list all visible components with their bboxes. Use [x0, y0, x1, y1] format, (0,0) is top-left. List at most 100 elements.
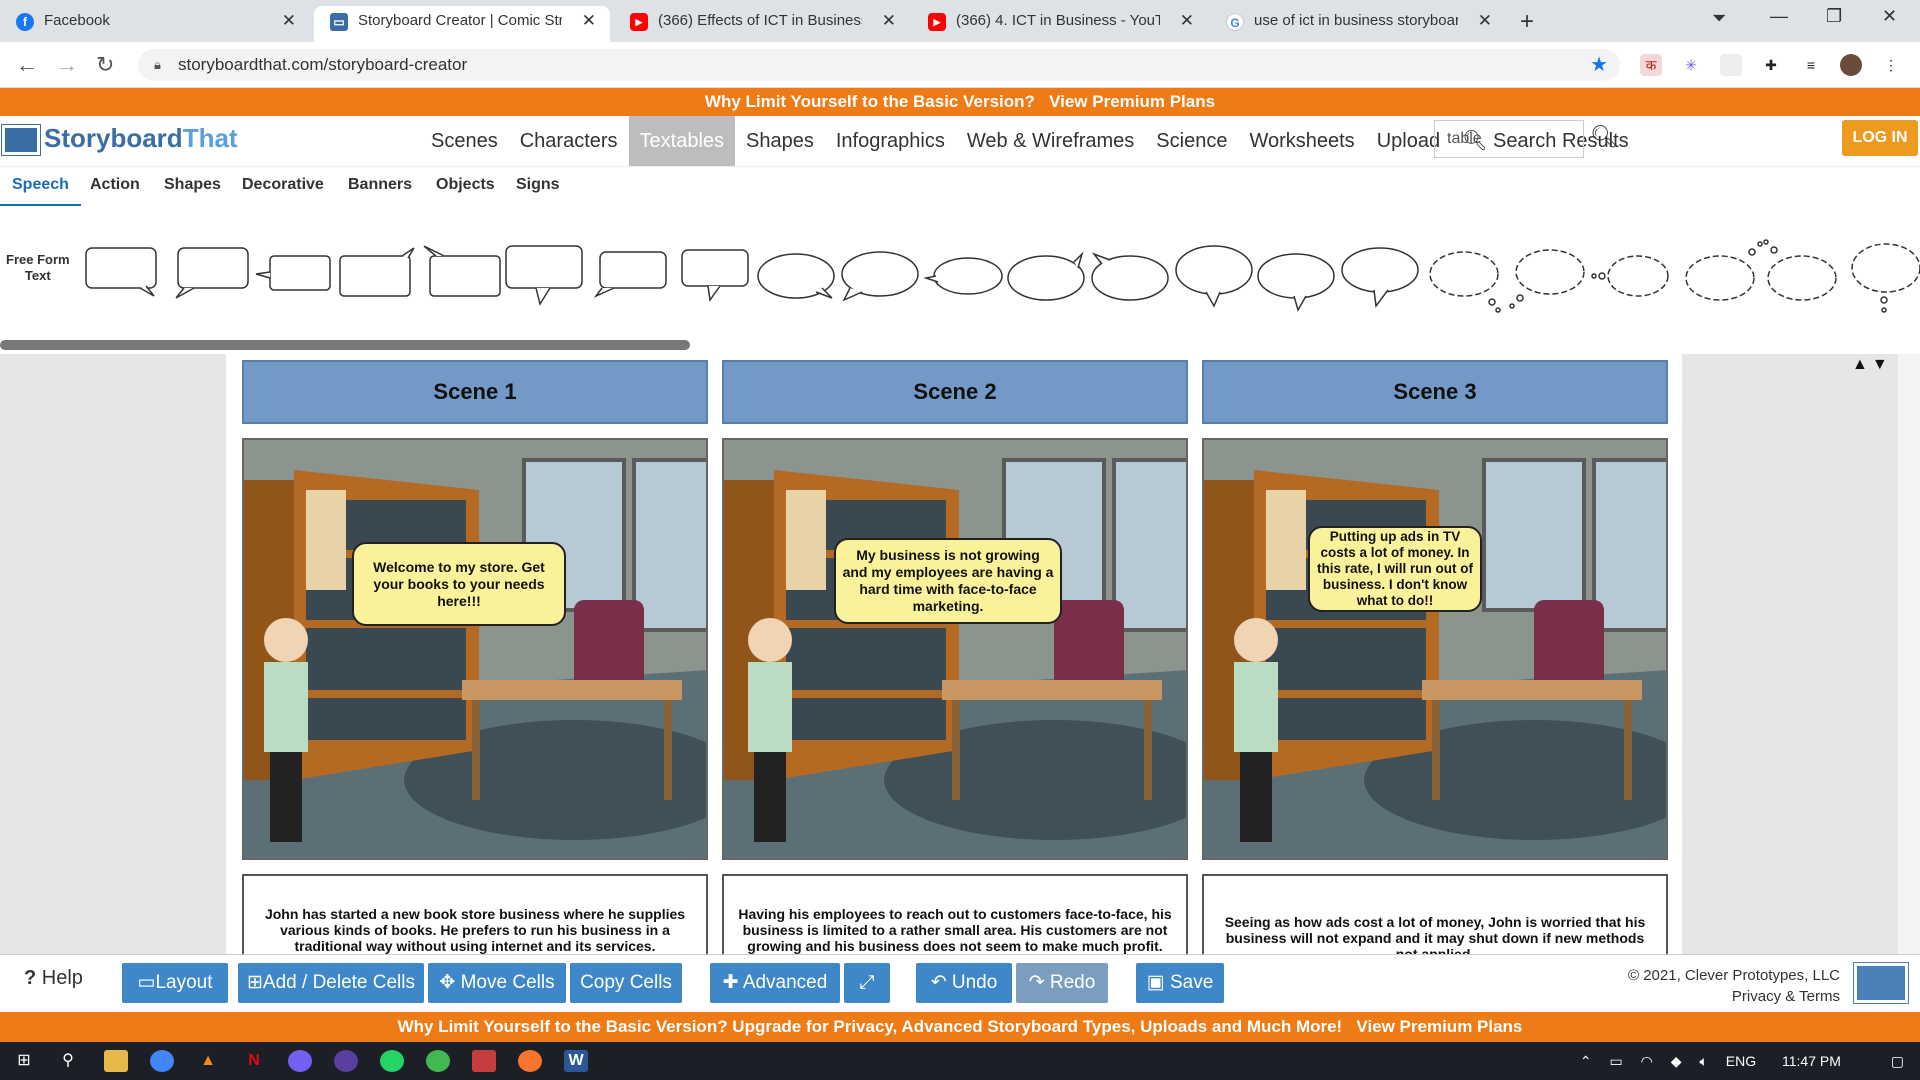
restore-icon[interactable]: ❐ — [1826, 6, 1842, 27]
tray-arrow-icon[interactable]: ⌃ — [1580, 1053, 1592, 1069]
help-button[interactable]: ? Help — [24, 967, 83, 990]
minimize-icon[interactable]: — — [1770, 6, 1788, 27]
tab-youtube-ict[interactable]: ▶ (366) 4. ICT in Business - YouTube ✕ — [912, 6, 1208, 42]
back-icon[interactable]: ← — [16, 52, 38, 78]
file-explorer-icon[interactable] — [104, 1050, 128, 1072]
scene-1-title[interactable]: Scene 1 — [242, 360, 708, 424]
app-tile-icon[interactable] — [472, 1050, 496, 1072]
add-delete-cells-button[interactable]: ⊞Add / Delete Cells — [238, 963, 424, 1003]
fullscreen-button[interactable]: ⤢ — [844, 963, 890, 1003]
wifi-icon[interactable]: ◠ — [1641, 1053, 1653, 1069]
subnav-speech[interactable]: Speech — [0, 167, 81, 207]
advanced-button[interactable]: ✚ Advanced — [710, 963, 840, 1003]
tab-storyboard-creator[interactable]: ▭ Storyboard Creator | Comic Strip ✕ — [314, 6, 610, 42]
premium-promo-banner-bottom[interactable]: Why Limit Yourself to the Basic Version?… — [0, 1012, 1920, 1042]
dropbox-icon[interactable]: ◆ — [1671, 1053, 1682, 1069]
scroll-up-icon[interactable]: ▲ — [1852, 356, 1872, 373]
move-cells-button[interactable]: ✥ Move Cells — [428, 963, 566, 1003]
category-science[interactable]: Science — [1145, 116, 1238, 166]
bookmark-star-icon[interactable]: ★ — [1590, 49, 1608, 81]
subnav-shapes[interactable]: Shapes — [152, 167, 233, 207]
close-tab-icon[interactable]: ✕ — [282, 6, 296, 36]
app-icon[interactable] — [334, 1050, 358, 1072]
battery-icon[interactable]: ▭ — [1610, 1053, 1623, 1069]
category-infographics[interactable]: Infographics — [825, 116, 956, 166]
browser-menu-icon[interactable]: ⋮ — [1880, 54, 1902, 76]
scene-2-description[interactable]: Having his employees to reach out to cus… — [722, 874, 1188, 964]
tab-search-icon[interactable]: ⏷ — [1712, 8, 1726, 29]
reload-icon[interactable]: ↻ — [96, 52, 114, 78]
close-tab-icon[interactable]: ✕ — [582, 6, 596, 36]
redo-button[interactable]: ↷ Redo — [1016, 963, 1108, 1003]
tab-facebook[interactable]: f Facebook ✕ — [0, 6, 310, 42]
android-app-icon[interactable] — [426, 1050, 450, 1072]
search-icon[interactable]: 🔍︎ — [1590, 124, 1618, 150]
media-control-icon[interactable]: ≡ — [1800, 54, 1822, 76]
subnav-decorative[interactable]: Decorative — [230, 167, 336, 207]
extension-star-icon[interactable]: ✳ — [1680, 54, 1702, 76]
category-characters[interactable]: Characters — [509, 116, 629, 166]
scene-3-description[interactable]: Seeing as how ads cost a lot of money, J… — [1202, 874, 1668, 964]
scene-1-description[interactable]: John has started a new book store busine… — [242, 874, 708, 964]
subnav-action[interactable]: Action — [78, 167, 152, 207]
volume-icon[interactable]: 🔈︎ — [1699, 1053, 1707, 1069]
url-field[interactable]: 🔒︎ storyboardthat.com/storyboard-creator… — [138, 49, 1620, 81]
search-taskbar-icon[interactable]: ⚲ — [56, 1050, 80, 1072]
netflix-icon[interactable]: N — [242, 1050, 266, 1072]
scene-2-title[interactable]: Scene 2 — [722, 360, 1188, 424]
category-textables[interactable]: Textables — [628, 116, 736, 166]
privacy-terms-link[interactable]: Privacy & Terms — [1732, 988, 1840, 1005]
scene-3-title[interactable]: Scene 3 — [1202, 360, 1668, 424]
undo-button[interactable]: ↶ Undo — [916, 963, 1012, 1003]
subnav-objects[interactable]: Objects — [424, 167, 507, 207]
copy-cells-button[interactable]: Copy Cells — [570, 963, 682, 1003]
window-close-icon[interactable]: ✕ — [1882, 6, 1897, 27]
scene-1-panel[interactable]: Welcome to my store. Get your books to y… — [242, 438, 708, 860]
notifications-icon[interactable]: ▢ — [1891, 1053, 1904, 1069]
free-form-text-item[interactable]: Free Form Text — [6, 252, 70, 284]
scroll-down-icon[interactable]: ▼ — [1872, 356, 1892, 373]
view-premium-link[interactable]: View Premium Plans — [1356, 1017, 1522, 1036]
login-button[interactable]: LOG IN — [1842, 120, 1918, 156]
bubble-shape-list[interactable] — [80, 226, 1920, 326]
close-tab-icon[interactable]: ✕ — [1180, 6, 1194, 36]
view-premium-link[interactable]: View Premium Plans — [1049, 92, 1215, 111]
profile-avatar[interactable] — [1840, 54, 1862, 76]
scene-3-panel[interactable]: Putting up ads in TV costs a lot of mone… — [1202, 438, 1668, 860]
scroll-arrows[interactable]: ▲▼ — [1852, 356, 1892, 374]
tab-youtube-effects[interactable]: ▶ (366) Effects of ICT in Business - Y ✕ — [614, 6, 910, 42]
canvas-side-scroll[interactable] — [1898, 354, 1920, 954]
layout-button[interactable]: ▭Layout — [122, 963, 228, 1003]
category-worksheets[interactable]: Worksheets — [1238, 116, 1365, 166]
forward-icon[interactable]: → — [56, 52, 78, 78]
tray-scrollbar[interactable] — [0, 340, 690, 350]
speech-bubble[interactable]: Welcome to my store. Get your books to y… — [352, 542, 566, 626]
vlc-icon[interactable]: ▲ — [196, 1050, 220, 1072]
subnav-banners[interactable]: Banners — [336, 167, 424, 207]
storyboardthat-logo[interactable]: StoryboardThat — [1, 123, 238, 157]
extension-blank-icon[interactable] — [1720, 54, 1742, 76]
chrome-icon[interactable] — [150, 1050, 174, 1072]
language-indicator[interactable]: ENG — [1726, 1053, 1756, 1069]
scene-2-panel[interactable]: My business is not growing and my employ… — [722, 438, 1188, 860]
word-icon[interactable]: W — [564, 1050, 588, 1072]
firefox-icon[interactable] — [518, 1050, 542, 1072]
new-tab-icon[interactable]: + — [1520, 8, 1534, 36]
windows-start-icon[interactable]: ⊞ — [12, 1050, 36, 1072]
clock[interactable]: 11:47 PM — [1782, 1053, 1841, 1069]
search-input[interactable]: table — [1434, 120, 1584, 158]
close-tab-icon[interactable]: ✕ — [1478, 6, 1492, 36]
viber-icon[interactable] — [288, 1050, 312, 1072]
puzzle-icon[interactable]: ✚ — [1760, 54, 1782, 76]
whatsapp-icon[interactable] — [380, 1050, 404, 1072]
category-shapes[interactable]: Shapes — [735, 116, 825, 166]
save-button[interactable]: ▣ Save — [1136, 963, 1224, 1003]
premium-promo-banner[interactable]: Why Limit Yourself to the Basic Version?… — [0, 88, 1920, 116]
speech-bubble[interactable]: My business is not growing and my employ… — [834, 538, 1062, 624]
extension-icon[interactable]: क — [1640, 54, 1662, 76]
subnav-signs[interactable]: Signs — [504, 167, 572, 207]
category-scenes[interactable]: Scenes — [420, 116, 509, 166]
tab-google-search[interactable]: G use of ict in business storyboard ✕ — [1210, 6, 1506, 42]
category-web-wireframes[interactable]: Web & Wireframes — [956, 116, 1145, 166]
speech-bubble[interactable]: Putting up ads in TV costs a lot of mone… — [1308, 526, 1482, 612]
